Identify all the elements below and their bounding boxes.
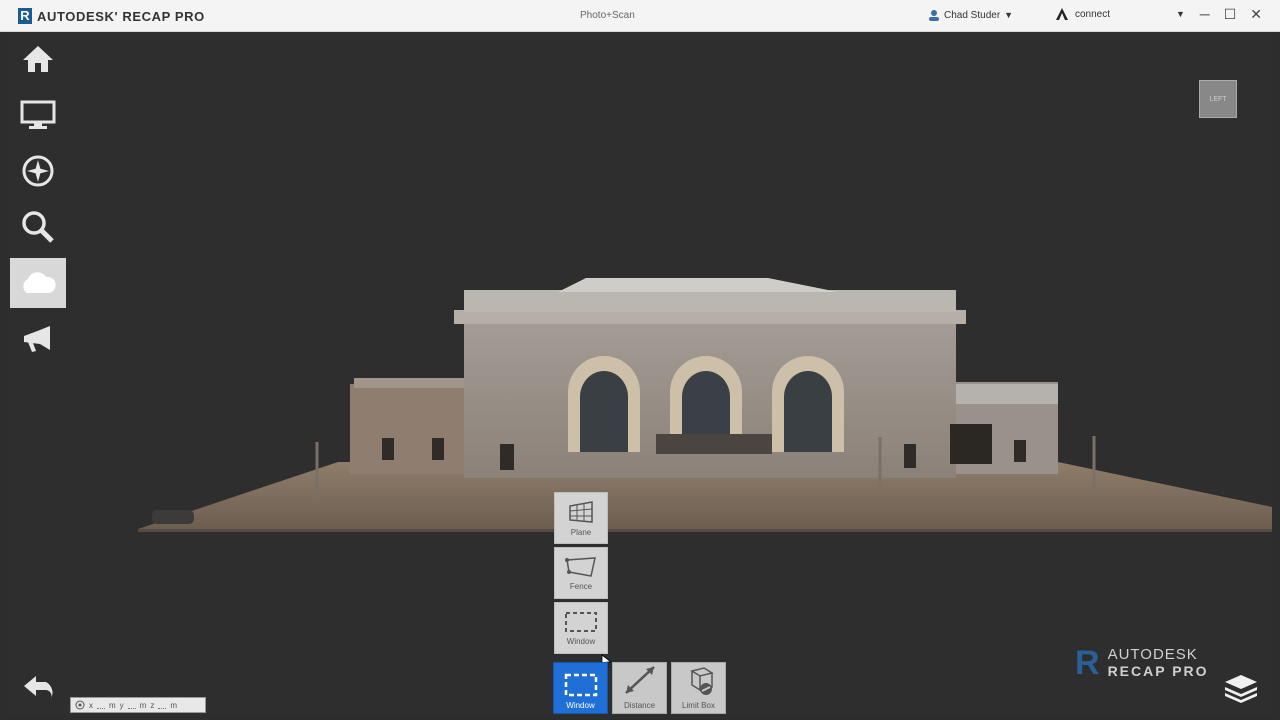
layers-icon[interactable] xyxy=(1222,673,1260,703)
brand-line-1: AUTODESK xyxy=(1107,646,1198,663)
coord-y-label: y xyxy=(119,700,124,710)
left-toolbar xyxy=(10,34,66,370)
announce-icon xyxy=(24,326,50,352)
navigation-button[interactable] xyxy=(10,146,66,196)
user-icon xyxy=(929,10,939,21)
brand-line-2: RECAP PRO xyxy=(1107,663,1209,679)
connect-menu[interactable]: connect ▼ xyxy=(1055,8,1185,20)
grid-icon xyxy=(569,500,593,523)
locate-icon xyxy=(75,700,85,710)
app-name: AUTODESK' RECAP PRO xyxy=(37,8,205,24)
limit-box-label: Limit Box xyxy=(682,701,715,710)
user-menu[interactable]: Chad Studer ▼ xyxy=(928,9,1013,21)
distance-button[interactable]: Distance xyxy=(612,662,667,714)
chevron-down-icon: ▼ xyxy=(1004,10,1014,20)
coord-x-label: x xyxy=(89,700,93,710)
dashed-rectangle-icon xyxy=(565,611,597,632)
fence-tool-button[interactable]: Fence xyxy=(554,547,608,599)
plane-label: Plane xyxy=(570,527,592,537)
window-button-label: Window xyxy=(566,701,595,710)
brand-watermark: R AUTODESK RECAP PRO xyxy=(1075,646,1209,680)
cloud-button[interactable] xyxy=(10,258,66,308)
display-settings-button[interactable] xyxy=(10,90,66,140)
recap-logo-icon: R xyxy=(18,8,32,24)
home-icon xyxy=(23,46,53,72)
limit-box-button[interactable]: Limit Box xyxy=(671,662,726,714)
document-title: Photo+Scan xyxy=(580,10,635,21)
coord-y-field xyxy=(127,701,136,709)
fence-label: Fence xyxy=(569,581,593,591)
distance-label: Distance xyxy=(623,701,656,710)
autodesk-a-icon xyxy=(1056,8,1068,20)
navigate-icon xyxy=(22,155,54,187)
coord-x-field xyxy=(97,701,105,709)
recap-logo-icon: R xyxy=(1075,644,1100,682)
view-cube[interactable]: LEFT xyxy=(1199,80,1237,118)
home-button[interactable] xyxy=(10,34,66,84)
title-bar: R AUTODESK' RECAP PRO Photo+Scan Chad St… xyxy=(0,0,1280,32)
coord-x-unit: m xyxy=(109,700,116,710)
view-cube-label: LEFT xyxy=(1209,95,1227,103)
selection-tool-flyout: Plane Fence Window xyxy=(554,492,608,657)
monitor-icon xyxy=(20,100,56,129)
bottom-toolbar: Window Distance Limit Box xyxy=(553,662,726,714)
search-icon xyxy=(22,211,54,243)
plane-tool-button[interactable]: Plane xyxy=(554,492,608,544)
window-label: Window xyxy=(566,636,596,646)
app-logo: R AUTODESK' RECAP PRO xyxy=(18,7,205,25)
coordinate-readout: x m y m z m xyxy=(70,697,206,713)
back-arrow-icon[interactable] xyxy=(20,672,58,702)
close-button[interactable]: ✕ xyxy=(1250,6,1262,23)
dashed-rectangle-icon xyxy=(564,673,597,697)
coord-z-label: z xyxy=(150,700,155,710)
window-controls: ─ ☐ ✕ xyxy=(1200,6,1262,23)
3d-viewport[interactable]: LEFT xyxy=(8,32,1272,716)
announce-button[interactable] xyxy=(10,314,66,364)
maximize-button[interactable]: ☐ xyxy=(1224,6,1237,23)
measure-icon xyxy=(624,666,655,694)
window-select-button[interactable]: Window xyxy=(553,662,608,714)
connect-label: connect xyxy=(1075,8,1111,20)
window-tool-button[interactable]: Window xyxy=(554,602,608,654)
minimize-button[interactable]: ─ xyxy=(1200,6,1210,23)
chevron-down-icon: ▼ xyxy=(1176,9,1185,19)
coord-z-field xyxy=(158,701,167,709)
point-cloud-model xyxy=(138,278,1272,532)
box-icon xyxy=(689,667,714,695)
fence-icon xyxy=(565,556,596,577)
search-button[interactable] xyxy=(10,202,66,252)
coord-z-unit: m xyxy=(170,700,178,710)
user-name: Chad Studer xyxy=(944,9,1001,21)
cloud-icon xyxy=(23,272,56,293)
coord-y-unit: m xyxy=(139,700,147,710)
